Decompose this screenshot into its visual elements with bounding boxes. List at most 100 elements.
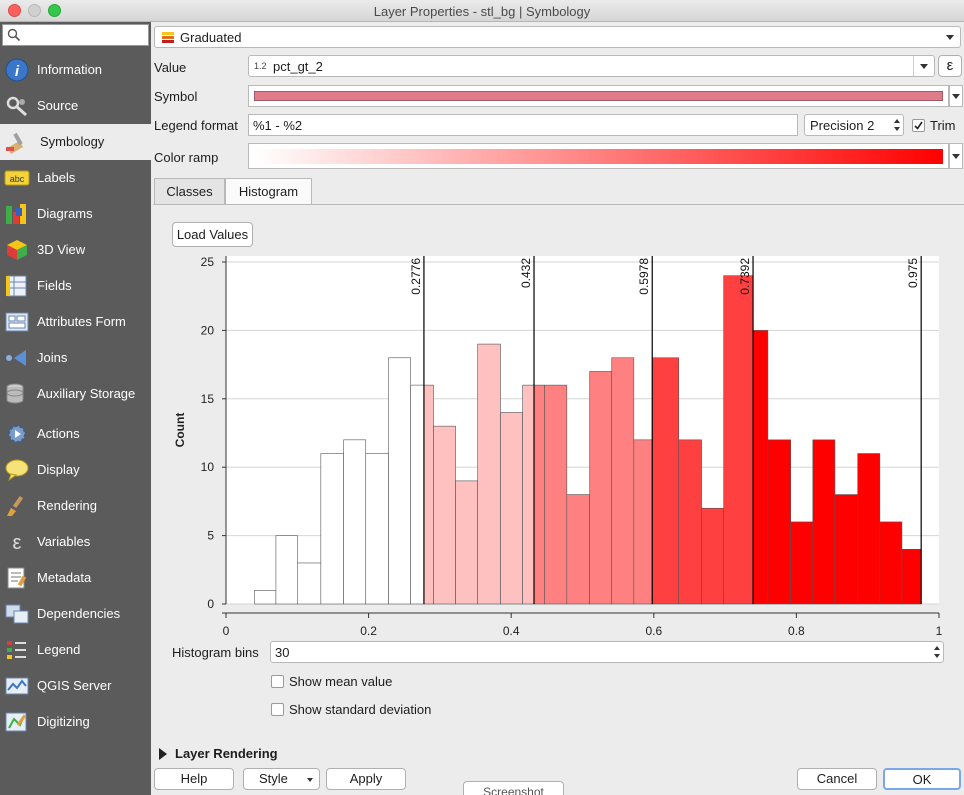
expression-button[interactable]: ε (938, 55, 962, 77)
histogram-chart: 0.2776 0.432 0.5978 0.7392 0.975 05101520250… (173, 255, 943, 638)
sidebar-item-label: Rendering (37, 498, 97, 513)
y-tick-label: 0 (207, 597, 214, 611)
precision-spinbox[interactable]: Precision 2 (804, 114, 904, 136)
symbol-label: Symbol (154, 89, 198, 104)
histogram-bar (254, 590, 277, 605)
brush-icon (7, 495, 24, 516)
sidebar-item-rendering[interactable]: Rendering (0, 488, 151, 524)
x-tick-label: 0.8 (788, 624, 805, 638)
sidebar-item-variables[interactable]: ε Variables (0, 524, 151, 560)
sidebar-item-auxiliary-storage[interactable]: Auxiliary Storage (0, 376, 151, 412)
sidebar-item-labels[interactable]: abc Labels (0, 160, 151, 196)
sidebar-item-diagrams[interactable]: Diagrams (0, 196, 151, 232)
sidebar-item-label: Metadata (37, 570, 92, 585)
ok-button[interactable]: OK (883, 768, 961, 790)
sidebar-item-label: Labels (37, 170, 76, 185)
histogram-bar (566, 494, 590, 605)
x-tick-label: 0.6 (645, 624, 662, 638)
sidebar-item-label: Auxiliary Storage (37, 386, 136, 401)
sidebar-item-3d-view[interactable]: 3D View (0, 232, 151, 268)
sidebar-item-display[interactable]: Display (0, 452, 151, 488)
histogram-bar (611, 357, 635, 605)
sidebar-item-label: Legend (37, 642, 81, 657)
screenshot-button[interactable]: Screenshot (463, 781, 564, 795)
form-icon (5, 312, 29, 332)
layer-rendering-section[interactable]: Layer Rendering (158, 746, 458, 762)
sidebar-item-metadata[interactable]: Metadata (0, 560, 151, 596)
renderer-select[interactable]: Graduated (154, 26, 961, 48)
sidebar-item-legend[interactable]: Legend (0, 632, 151, 668)
histogram-bar (901, 548, 922, 605)
value-label: Value (154, 60, 187, 75)
sidebar-item-attributes-form[interactable]: Attributes Form (0, 304, 151, 340)
legend-format-input[interactable]: %1 - %2 (248, 114, 798, 136)
sidebar-item-digitizing[interactable]: Digitizing (0, 704, 151, 740)
histogram-bar (500, 412, 523, 605)
histogram-bar (533, 384, 546, 605)
y-tick-label: 20 (201, 323, 215, 337)
symbol-button[interactable] (248, 85, 949, 107)
show-mean-checkbox[interactable] (271, 675, 284, 688)
sidebar-item-symbology[interactable]: Symbology (0, 124, 151, 160)
sidebar-item-fields[interactable]: Fields (0, 268, 151, 304)
sidebar-item-information[interactable]: i Information (0, 52, 151, 88)
sidebar-item-label: Source (37, 98, 79, 113)
help-button[interactable]: Help (154, 768, 234, 790)
dependencies-icon (5, 604, 29, 624)
sidebar-item-label: Actions (37, 426, 80, 441)
sidebar-item-label: Variables (37, 534, 91, 549)
legend-format-value: %1 - %2 (253, 118, 303, 133)
color-ramp-label: Color ramp (154, 150, 219, 165)
histogram-bar (297, 562, 322, 605)
sidebar-item-dependencies[interactable]: Dependencies (0, 596, 151, 632)
style-menu-button[interactable]: Style (243, 768, 320, 790)
sidebar-item-label: 3D View (37, 242, 86, 257)
sidebar-item-qgis-server[interactable]: QGIS Server (0, 668, 151, 704)
class-break-label: 0.975 (906, 258, 920, 288)
histogram-bar (790, 521, 814, 605)
histogram-bar (834, 494, 859, 605)
apply-button[interactable]: Apply (326, 768, 406, 790)
legend-icon (7, 641, 26, 659)
show-mean-label: Show mean value (289, 674, 393, 689)
class-break-label: 0.7392 (738, 258, 752, 295)
cancel-button[interactable]: Cancel (797, 768, 877, 790)
sidebar-item-label: Joins (37, 350, 68, 365)
svg-text:abc: abc (10, 174, 25, 184)
joins-icon (6, 350, 26, 366)
histogram-bar (477, 343, 501, 605)
sidebar-item-label: Attributes Form (37, 314, 126, 329)
x-tick-label: 0.2 (360, 624, 377, 638)
symbol-menu-button[interactable] (949, 85, 963, 107)
value-field-select[interactable]: 1.2 pct_gt_2 (248, 55, 935, 77)
histogram-bar (544, 384, 568, 605)
tab-histogram[interactable]: Histogram (225, 178, 312, 205)
sidebar-item-joins[interactable]: Joins (0, 340, 151, 376)
show-stddev-checkbox[interactable] (271, 703, 284, 716)
histogram-bar (275, 535, 298, 605)
histogram-bar (320, 453, 344, 605)
tab-classes[interactable]: Classes (154, 178, 225, 205)
histogram-bar (812, 439, 836, 605)
trim-checkbox[interactable] (912, 119, 925, 132)
histogram-bar (723, 275, 754, 605)
chevron-right-icon (159, 748, 167, 760)
labels-icon: abc (4, 170, 30, 186)
search-icon (7, 28, 21, 42)
database-icon (6, 383, 24, 404)
information-icon: i (5, 58, 29, 82)
load-values-button[interactable]: Load Values (172, 222, 253, 247)
color-ramp-button[interactable] (248, 143, 949, 169)
histogram-bins-spinbox[interactable]: 30 (270, 641, 944, 663)
color-ramp-menu-button[interactable] (949, 143, 963, 169)
window-title: Layer Properties - stl_bg | Symbology (373, 4, 591, 19)
sidebar-item-label: Dependencies (37, 606, 121, 621)
histogram-bar (433, 425, 456, 605)
actions-gear-icon (8, 425, 26, 443)
sidebar-item-source[interactable]: Source (0, 88, 151, 124)
speech-bubble-icon (5, 459, 29, 482)
search-input[interactable] (2, 24, 149, 46)
sidebar-item-actions[interactable]: Actions (0, 416, 151, 452)
style-button-label: Style (259, 771, 288, 786)
title-bar: Layer Properties - stl_bg | Symbology (0, 0, 964, 22)
